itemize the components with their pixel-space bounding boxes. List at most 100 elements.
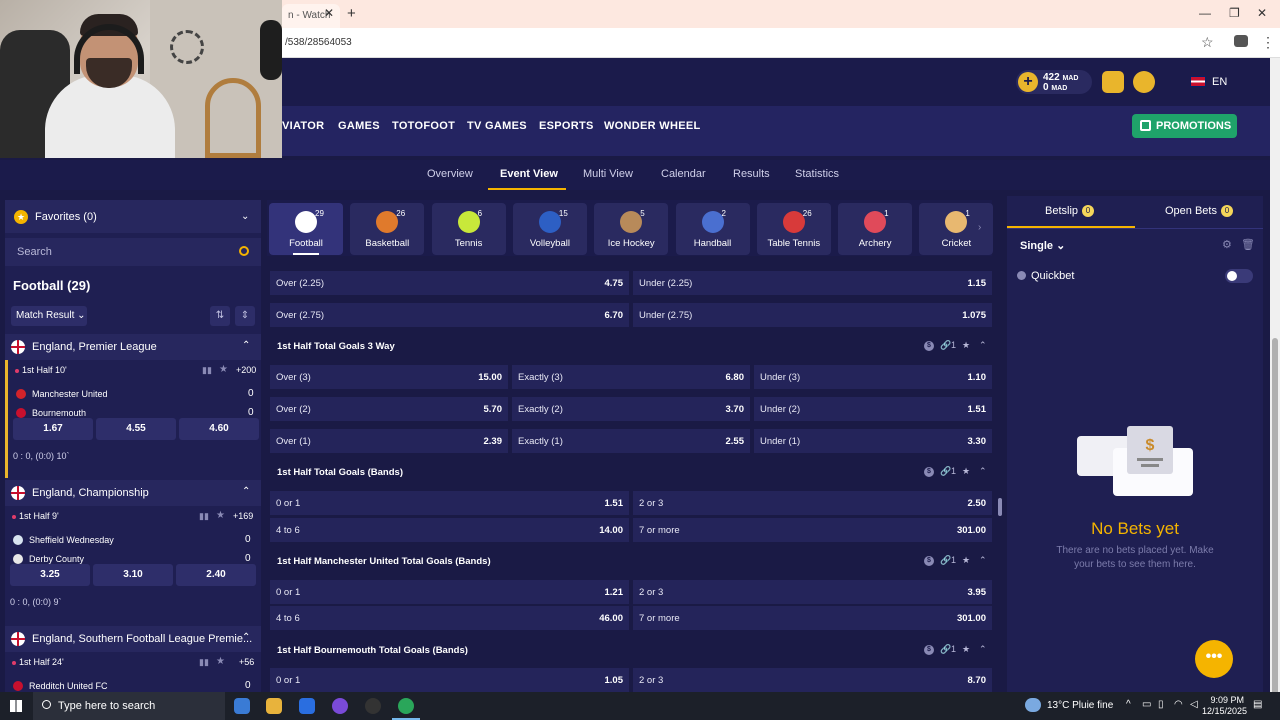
- odds-cell[interactable]: 4 to 6 46.00: [270, 606, 629, 630]
- chevron-up-icon[interactable]: ⌃: [242, 340, 250, 351]
- taskbar-clock[interactable]: 9:09 PM 12/15/2025: [1202, 695, 1247, 717]
- chevron-right-icon[interactable]: ›: [978, 222, 981, 233]
- sport-tab[interactable]: 26 Table Tennis: [756, 203, 831, 255]
- odds-cell[interactable]: 0 or 1 1.21: [270, 580, 629, 604]
- tray-network-icon[interactable]: ▭: [1142, 699, 1151, 710]
- tab-statistics[interactable]: Statistics: [795, 168, 839, 180]
- market-header[interactable]: 1st Half Manchester United Total Goals (…: [270, 548, 992, 574]
- search-input[interactable]: Search: [17, 246, 52, 258]
- sport-tab[interactable]: 26 Basketball: [350, 203, 425, 255]
- search-icon[interactable]: [239, 246, 249, 256]
- sport-tab[interactable]: 1 Archery: [838, 203, 913, 255]
- chevron-up-icon[interactable]: ⌃: [979, 555, 987, 566]
- tray-chevron-icon[interactable]: ^: [1126, 699, 1131, 710]
- odds-cell[interactable]: Over (1) 2.39: [270, 429, 508, 453]
- more-markets[interactable]: +169: [233, 511, 253, 521]
- tab-overview[interactable]: Overview: [427, 168, 473, 180]
- chevron-up-icon[interactable]: ⌃: [979, 644, 987, 655]
- markets-scrollbar[interactable]: [998, 498, 1002, 516]
- app-icon[interactable]: [332, 698, 348, 714]
- tab-close-icon[interactable]: ✕: [324, 6, 334, 20]
- odds-cell[interactable]: Under (2.75) 1.075: [633, 303, 992, 327]
- betslip-tab[interactable]: Betslip 0: [1045, 205, 1095, 218]
- pin-star-icon[interactable]: ★: [962, 555, 970, 566]
- sport-tab[interactable]: 29 Football: [269, 203, 343, 255]
- odds-cell[interactable]: 2 or 3 2.50: [633, 491, 992, 515]
- favorite-star-icon[interactable]: ★: [216, 656, 225, 667]
- nav-esports[interactable]: ESPORTS: [539, 120, 594, 132]
- favorite-star-icon[interactable]: ★: [216, 510, 225, 521]
- odds-cell[interactable]: Under (3) 1.10: [754, 365, 992, 389]
- link-icon[interactable]: 🔗: [940, 555, 951, 566]
- page-scrollbar[interactable]: [1270, 58, 1280, 720]
- link-icon[interactable]: 🔗: [940, 644, 951, 655]
- nav-games[interactable]: GAMES: [338, 120, 380, 132]
- market-header[interactable]: 1st Half Bournemouth Total Goals (Bands)…: [270, 637, 992, 663]
- more-markets[interactable]: +56: [239, 657, 254, 667]
- odds-cell[interactable]: Exactly (3) 6.80: [512, 365, 750, 389]
- taskbar-search[interactable]: Type here to search: [33, 692, 225, 720]
- odds-cell[interactable]: Over (2.75) 6.70: [270, 303, 629, 327]
- odds-cell[interactable]: 7 or more 301.00: [633, 606, 992, 630]
- league-header[interactable]: England, Premier League ⌃: [5, 334, 261, 360]
- nav-wonder-wheel[interactable]: WONDER WHEEL: [604, 120, 700, 132]
- odds-cell[interactable]: 7 or more 301.00: [633, 518, 992, 542]
- promotions-button[interactable]: PROMOTIONS: [1132, 114, 1237, 138]
- file-explorer-icon[interactable]: [266, 698, 282, 714]
- sport-tab[interactable]: 6 Tennis: [431, 203, 506, 255]
- sport-tab[interactable]: 15 Volleyball: [512, 203, 587, 255]
- favorite-star-icon[interactable]: ★: [219, 364, 228, 375]
- restore-icon[interactable]: ❐: [1229, 6, 1240, 20]
- league-header[interactable]: England, Southern Football League Premie…: [5, 626, 261, 652]
- quickbet-toggle[interactable]: [1225, 269, 1253, 283]
- bookmark-star-icon[interactable]: ☆: [1201, 34, 1214, 51]
- weather-label[interactable]: 13°C Pluie fine: [1047, 700, 1113, 711]
- odds-cell[interactable]: 2 or 3 3.95: [633, 580, 992, 604]
- odds-cell[interactable]: 0 or 1 1.05: [270, 668, 629, 692]
- odds-cell[interactable]: Over (3) 15.00: [270, 365, 508, 389]
- chevron-up-icon[interactable]: ⌃: [242, 486, 250, 497]
- sort-icon[interactable]: ⇅: [210, 306, 230, 326]
- chevron-up-icon[interactable]: ⌃: [979, 466, 987, 477]
- nav-totofoot[interactable]: TOTOFOOT: [392, 120, 455, 132]
- tray-volume-icon[interactable]: ◁: [1190, 699, 1198, 710]
- extension-icon[interactable]: [1234, 35, 1248, 47]
- match-card[interactable]: 1st Half 10' ▮▮ ★ +200 Manchester United…: [5, 360, 261, 478]
- market-header[interactable]: 1st Half Total Goals 3 Way $ 🔗 1 ★ ⌃: [270, 333, 992, 359]
- tab-multi-view[interactable]: Multi View: [583, 168, 633, 180]
- sport-tab[interactable]: 1 Cricket: [919, 203, 994, 255]
- language-select[interactable]: EN: [1212, 76, 1227, 88]
- deposit-plus-icon[interactable]: +: [1018, 72, 1038, 92]
- market-header[interactable]: 1st Half Total Goals (Bands) $ 🔗 1 ★ ⌃: [270, 459, 992, 485]
- chevron-up-icon[interactable]: ⌃: [242, 632, 250, 643]
- open-bets-tab[interactable]: Open Bets 0: [1165, 205, 1233, 218]
- favorites-toggle[interactable]: ★ Favorites (0) ⌄: [5, 200, 261, 233]
- match-card[interactable]: 1st Half 24' ▮▮ ★ +56 Redditch United FC…: [5, 652, 261, 692]
- link-icon[interactable]: 🔗: [940, 340, 951, 351]
- tab-results[interactable]: Results: [733, 168, 770, 180]
- taskbar-search-input[interactable]: Type here to search: [58, 700, 155, 712]
- market-select[interactable]: Match Result ⌄: [11, 306, 87, 326]
- odds-cell[interactable]: Under (2) 1.51: [754, 397, 992, 421]
- sidebar-search[interactable]: Search: [5, 238, 261, 266]
- odd-button[interactable]: 3.10: [93, 564, 173, 586]
- bet-mode-select[interactable]: Single ⌄: [1020, 239, 1065, 252]
- new-tab-icon[interactable]: +: [347, 5, 356, 22]
- odds-cell[interactable]: Exactly (1) 2.55: [512, 429, 750, 453]
- league-header[interactable]: England, Championship ⌃: [5, 480, 261, 506]
- browser-menu-icon[interactable]: ⋮: [1261, 34, 1275, 51]
- sport-tab[interactable]: 2 Handball: [675, 203, 750, 255]
- pin-star-icon[interactable]: ★: [962, 644, 970, 655]
- collapse-all-icon[interactable]: ⇕: [235, 306, 255, 326]
- close-window-icon[interactable]: ✕: [1257, 6, 1267, 20]
- odd-button[interactable]: 2.40: [176, 564, 256, 586]
- gear-icon[interactable]: ⚙: [1222, 238, 1232, 251]
- tab-calendar[interactable]: Calendar: [661, 168, 706, 180]
- odds-cell[interactable]: Under (2.25) 1.15: [633, 271, 992, 295]
- balance-widget[interactable]: + 422 MAD 0 MAD: [1016, 70, 1092, 94]
- stats-icon[interactable]: ▮▮: [202, 365, 212, 376]
- nav-aviator[interactable]: VIATOR: [282, 120, 324, 132]
- odds-cell[interactable]: Exactly (2) 3.70: [512, 397, 750, 421]
- odds-cell[interactable]: Over (2.25) 4.75: [270, 271, 629, 295]
- odds-cell[interactable]: Over (2) 5.70: [270, 397, 508, 421]
